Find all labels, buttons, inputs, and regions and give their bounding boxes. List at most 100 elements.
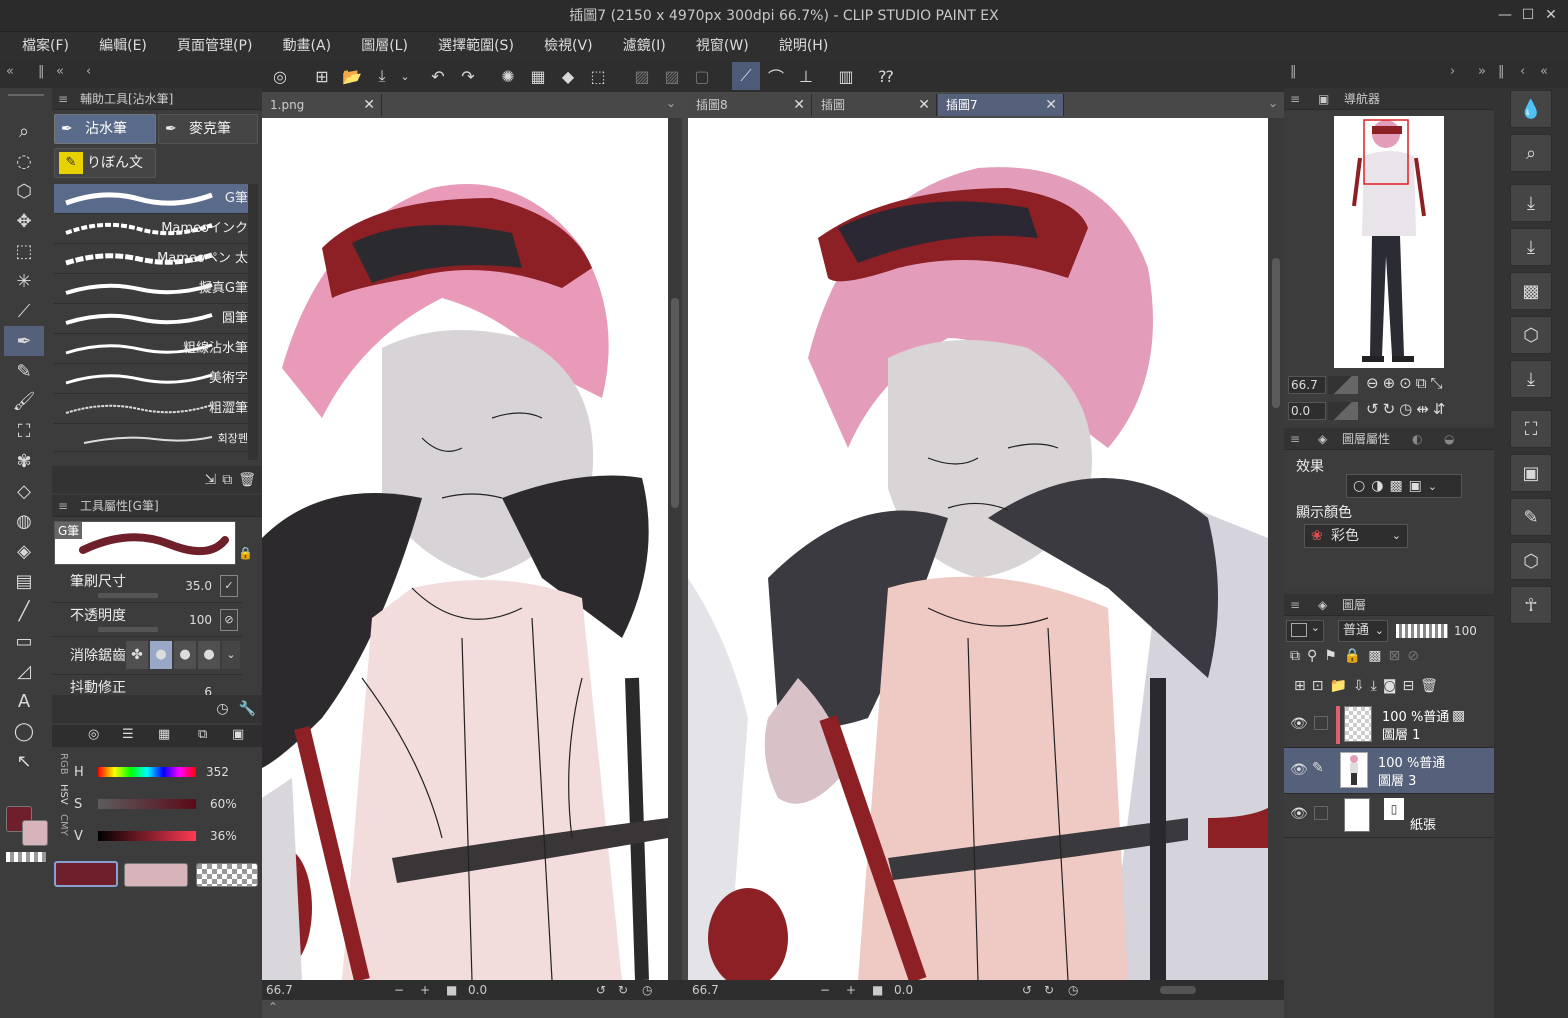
chevron-left-icon[interactable]: ‹ <box>86 64 91 79</box>
saturation-slider[interactable] <box>98 799 196 809</box>
sub-color-chip[interactable] <box>124 863 188 887</box>
chevron-down-icon[interactable]: ⌄ <box>1428 480 1437 493</box>
menu-filter[interactable]: 濾鏡(I) <box>610 32 679 60</box>
minimize-button[interactable]: — <box>1496 6 1514 24</box>
maximize-button[interactable]: ☐ <box>1519 6 1537 24</box>
mode-rgb[interactable]: RGB <box>58 753 69 775</box>
intermediate-color-icon[interactable]: ⧉ <box>198 727 207 742</box>
brush-item[interactable]: Mameoインク <box>54 214 256 244</box>
navigator-zoom-slider[interactable] <box>1328 376 1358 394</box>
search-layer-icon[interactable]: ◐ <box>1412 428 1422 450</box>
menu-layer[interactable]: 圖層(L) <box>348 32 421 60</box>
snap-grid-icon[interactable]: ⊥ <box>792 62 820 90</box>
menu-edit[interactable]: 編輯(E) <box>86 32 160 60</box>
layer-select-checkbox[interactable] <box>1314 716 1328 730</box>
menu-icon[interactable]: ≡ <box>58 88 68 110</box>
menu-view[interactable]: 檢視(V) <box>531 32 606 60</box>
brush-item[interactable]: G筆 <box>54 184 256 214</box>
visibility-eye-icon[interactable]: 👁 <box>1290 716 1308 732</box>
menu-window[interactable]: 視窗(W) <box>683 32 762 60</box>
zoom-icon[interactable]: ⌕ <box>4 116 44 146</box>
decoration-icon[interactable]: ✾ <box>4 446 44 476</box>
tab-illust[interactable]: 插圖 ✕ <box>813 94 937 116</box>
download-icon[interactable]: ⤓ <box>1510 360 1552 398</box>
navigator-zoom-value[interactable]: 66.7 <box>1288 376 1326 394</box>
blend-mode-select[interactable]: 普通 ⌄ <box>1338 620 1388 642</box>
navigator-rotation-value[interactable]: 0.0 <box>1288 402 1326 420</box>
fit-icon[interactable]: ■ <box>872 980 883 1000</box>
material-drops-icon[interactable]: 💧 <box>1510 90 1552 128</box>
rotation-value[interactable]: 0.0 <box>468 980 487 1000</box>
eyedropper-icon[interactable]: ⟋ <box>4 296 44 326</box>
app-logo-icon[interactable]: ◎ <box>266 62 294 90</box>
rotate-left-icon[interactable]: ↺ <box>1022 980 1032 1000</box>
visibility-eye-icon[interactable]: 👁 <box>1290 806 1308 822</box>
fit-navigator-icon[interactable]: ⤡ <box>1430 374 1442 392</box>
draft-icon[interactable]: ⚑ <box>1324 648 1337 664</box>
menu-animation[interactable]: 動畫(A) <box>270 32 345 60</box>
group-tab-ribbon[interactable]: ✎ りぼん文 <box>54 148 156 178</box>
fit-window-icon[interactable]: ⧉ <box>1416 374 1427 392</box>
close-icon[interactable]: ✕ <box>1045 94 1057 116</box>
device-icon[interactable]: ▥ <box>832 62 860 90</box>
hue-slider[interactable] <box>98 767 196 777</box>
reset-rotation-icon[interactable]: ◷ <box>1068 980 1078 1000</box>
antialias-none-icon[interactable]: ✤ <box>126 641 148 669</box>
opacity-value[interactable]: 100 <box>189 613 212 627</box>
rotation-value[interactable]: 0.0 <box>894 980 913 1000</box>
color-set-icon[interactable]: ▦ <box>158 727 170 742</box>
open-file-icon[interactable]: 📂 <box>338 62 366 90</box>
opacity-slider[interactable] <box>98 627 158 632</box>
actual-size-icon[interactable]: ⊙ <box>1399 374 1412 392</box>
balloon-icon[interactable]: ◯ <box>4 716 44 746</box>
rotate-right-icon[interactable]: ↻ <box>1383 400 1396 418</box>
collapse-icon[interactable]: « <box>6 64 14 79</box>
transparent-color-chip[interactable] <box>196 863 258 887</box>
menu-select[interactable]: 選擇範圍(S) <box>425 32 527 60</box>
brush-size-slider[interactable] <box>98 593 158 598</box>
menu-icon[interactable]: ≡ <box>58 495 68 517</box>
search-material-icon[interactable]: ⌕ <box>1510 134 1552 172</box>
flip-vertical-icon[interactable]: ⇵ <box>1433 400 1446 418</box>
tone-icon[interactable]: ▩ <box>1389 478 1402 494</box>
canvas-right-vscroll[interactable] <box>1268 118 1284 980</box>
transparent-color-icon[interactable] <box>6 852 46 862</box>
brush-item[interactable]: 美術字 <box>54 364 256 394</box>
deselect-icon[interactable]: ▨ <box>628 62 656 90</box>
import-icon[interactable]: ⇲ <box>204 472 216 488</box>
canvas-left-vscroll[interactable] <box>668 118 682 980</box>
ruler-link-icon[interactable]: ⊘ <box>1407 648 1419 664</box>
magic-wand-icon[interactable]: ✳ <box>4 266 44 296</box>
clip-icon[interactable]: ⧉ <box>1290 648 1300 664</box>
line-icon[interactable]: ╱ <box>4 596 44 626</box>
menu-icon[interactable] <box>8 94 44 96</box>
chevron-right-icon[interactable]: › <box>1450 64 1455 79</box>
trash-icon[interactable]: 🗑 <box>1420 678 1438 694</box>
3d-icon[interactable]: ◍ <box>4 506 44 536</box>
pen-icon[interactable]: ✒ <box>4 326 44 356</box>
tone-icon[interactable]: ▩ <box>1510 272 1552 310</box>
rotate-right-icon[interactable]: ↻ <box>618 980 628 1000</box>
scroll-thumb[interactable] <box>1272 258 1280 408</box>
tab-illust8[interactable]: 插圖8 ✕ <box>688 94 812 116</box>
tab-illust7[interactable]: 插圖7 ✕ <box>938 94 1064 116</box>
lasso-icon[interactable]: ◌ <box>4 146 44 176</box>
brush-item[interactable]: 粗澀筆 <box>54 394 256 424</box>
fill-icon[interactable]: ◆ <box>554 62 582 90</box>
edit-icon[interactable]: ✎ <box>1510 498 1552 536</box>
gradient-icon[interactable]: ▤ <box>4 566 44 596</box>
zoom-out-icon[interactable]: − <box>820 980 830 1000</box>
snap-special-ruler-icon[interactable]: ⌒ <box>762 62 790 90</box>
menu-icon[interactable]: ≡ <box>1290 88 1300 110</box>
pencil-icon[interactable]: ✎ <box>4 356 44 386</box>
canvas-left[interactable] <box>262 118 668 980</box>
zoom-value[interactable]: 66.7 <box>266 980 293 1000</box>
brush-item[interactable]: 회장펜 <box>54 424 256 452</box>
menu-help[interactable]: 說明(H) <box>766 32 841 60</box>
import-2-icon[interactable]: ⤓ <box>1510 228 1552 266</box>
selection-border-icon[interactable]: ▢ <box>688 62 716 90</box>
layer-row[interactable]: 👁 100 %普通 圖層 1 ▩ <box>1284 702 1494 748</box>
frame-icon[interactable]: ▭ <box>4 626 44 656</box>
image-icon[interactable]: ⛶ <box>1510 410 1552 448</box>
wrench-icon[interactable]: 🔧 <box>239 701 256 717</box>
